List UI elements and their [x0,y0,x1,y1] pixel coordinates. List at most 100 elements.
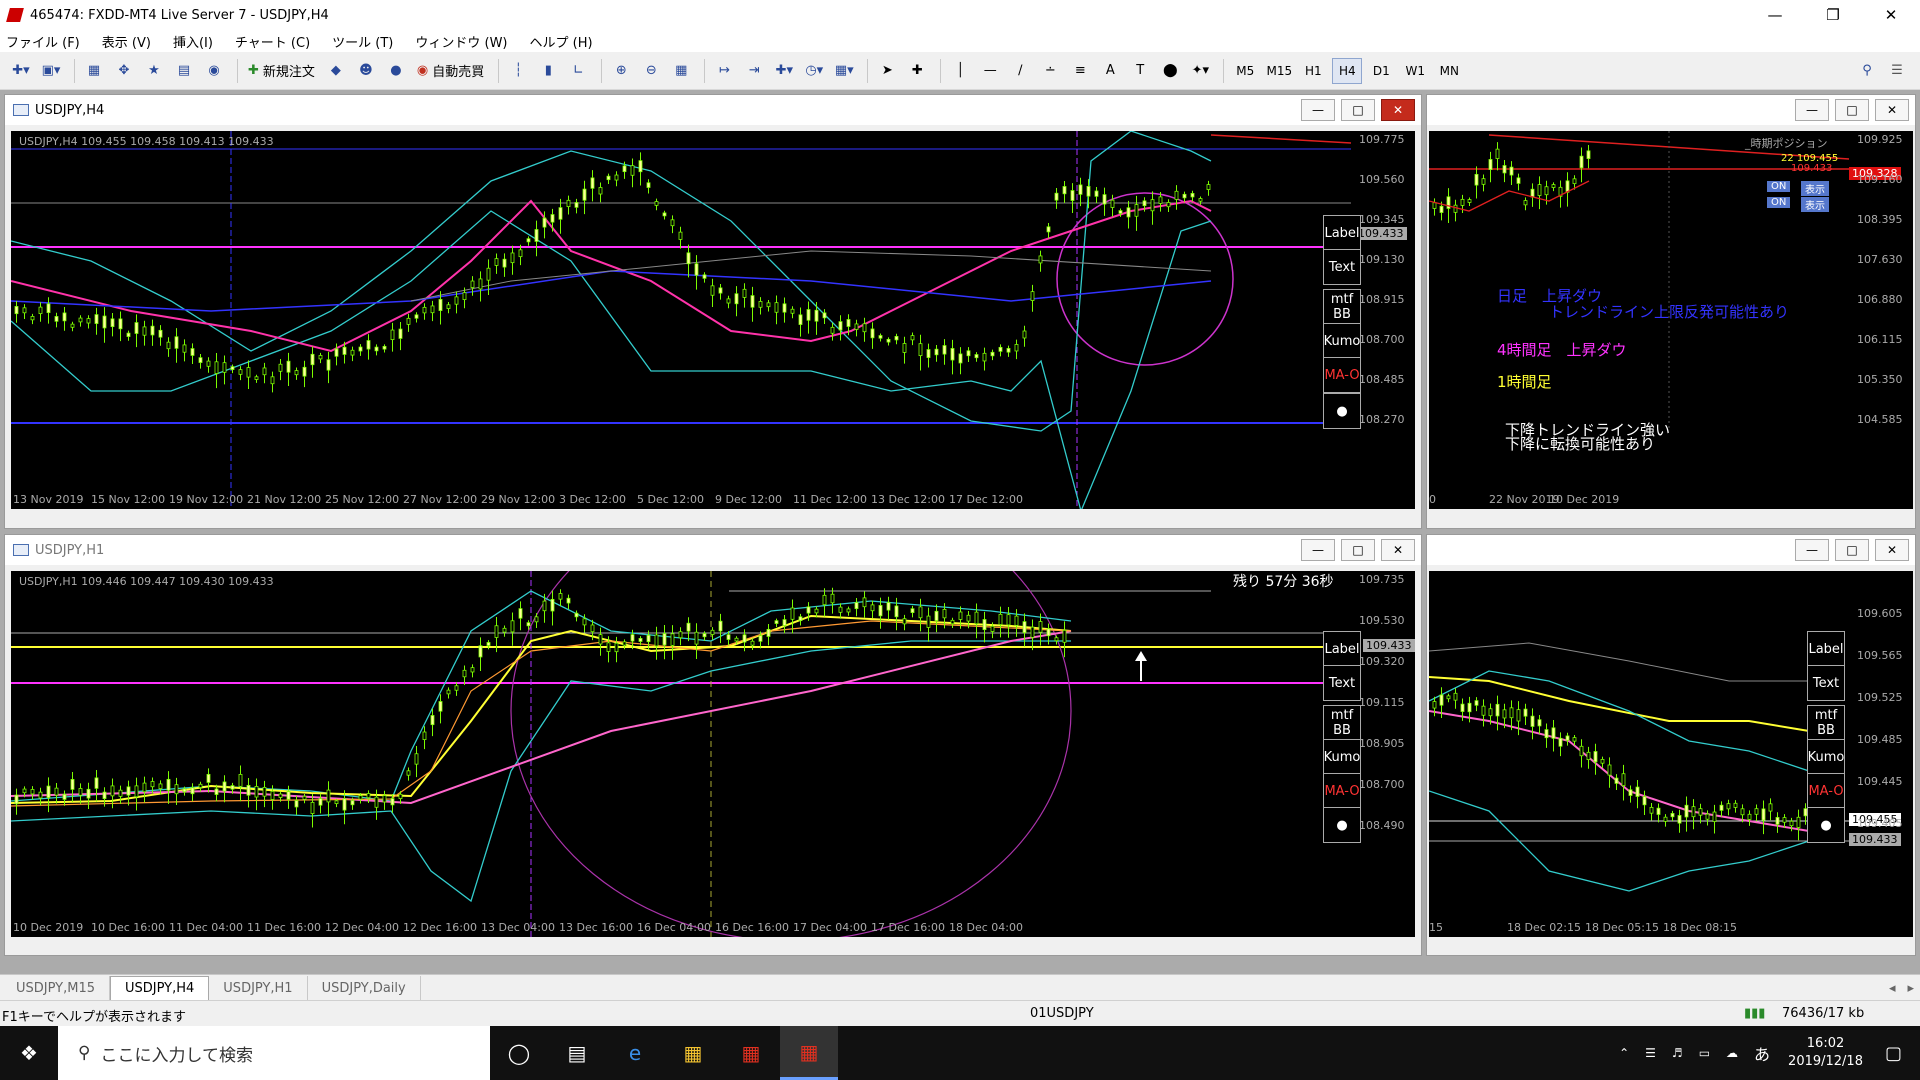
cortana-icon[interactable]: ◯ [490,1026,548,1080]
chart-canvas-m15[interactable]: 109.455 109.433 109.605 109.565 109.525 109… [1429,571,1913,937]
tf-d1[interactable]: D1 [1366,58,1396,84]
tf-m15[interactable]: M15 [1264,58,1294,84]
chart-canvas-h4[interactable]: USDJPY,H4 109.455 109.458 109.413 109.43… [11,131,1415,509]
text-label-icon[interactable]: T [1127,58,1153,84]
panel-button-2[interactable]: mtf BB [1323,289,1361,325]
indicators-icon[interactable]: ✚▾ [771,58,797,84]
cloud-icon[interactable]: ☁ [1726,1046,1738,1060]
horizontal-line-icon[interactable]: — [977,58,1003,84]
chart-canvas-h1[interactable]: USDJPY,H1 109.446 109.447 109.430 109.43… [11,571,1415,937]
panel-button-0[interactable]: Label [1323,215,1361,251]
panel-button-4[interactable]: MA-O [1323,357,1361,393]
maximize-button[interactable]: □ [1341,539,1375,561]
chevron-up-icon[interactable]: ⌃ [1619,1046,1629,1060]
navigator-icon[interactable]: ★ [141,58,167,84]
panel-button-0[interactable]: Label [1807,631,1845,667]
scroll-left-icon[interactable]: ◂ [1883,976,1902,1000]
menu-chart[interactable]: チャート (C) [235,32,310,51]
panel-button-0[interactable]: Label [1323,631,1361,667]
line-chart-icon[interactable]: ∟ [565,58,591,84]
chart-canvas-daily[interactable]: _時期ポジション 22 109.455 109.433 109.328 ON 表… [1429,131,1913,509]
tf-w1[interactable]: W1 [1400,58,1430,84]
chat-icon[interactable]: ☰ [1884,58,1910,84]
candle-chart-icon[interactable]: ▮ [535,58,561,84]
fxdd-app-icon[interactable]: ▦ [722,1026,780,1080]
close-button[interactable]: ✕ [1381,99,1415,121]
globe-icon[interactable]: ● [383,58,409,84]
tf-h4[interactable]: H4 [1332,57,1363,84]
close-button[interactable]: ✕ [1381,539,1415,561]
minimize-button[interactable]: — [1301,99,1335,121]
tf-h1[interactable]: H1 [1298,58,1328,84]
minimize-button[interactable]: — [1795,539,1829,561]
cursor-icon[interactable]: ➤ [874,58,900,84]
menu-window[interactable]: ウィンドウ (W) [415,32,507,51]
text-icon[interactable]: A [1097,58,1123,84]
shapes-icon[interactable]: ⬤ [1157,58,1183,84]
zoom-out-icon[interactable]: ⊖ [638,58,664,84]
fxdd-app-icon[interactable]: ▦ [780,1026,838,1080]
panel-button-4[interactable]: MA-O [1323,773,1361,809]
chart-window-h4[interactable]: USDJPY,H4 — □ ✕ USDJPY,H4 109.455 109.45… [4,94,1422,529]
chart-window-daily[interactable]: — □ ✕ _時期ポジション 22 109.455 109.433 109.32… [1426,94,1916,529]
network-icon[interactable]: ☰ [1645,1046,1656,1060]
chart-shift-icon[interactable]: ⇥ [741,58,767,84]
minimize-button[interactable]: — [1795,99,1829,121]
minimize-button[interactable]: — [1746,0,1804,30]
channel-icon[interactable]: ∸ [1037,58,1063,84]
panel-button-3[interactable]: Kumo [1323,739,1361,775]
new-chart-icon[interactable]: ✚▾ [8,58,34,84]
maximize-button[interactable]: □ [1341,99,1375,121]
close-button[interactable]: ✕ [1862,0,1920,30]
menu-view[interactable]: 表示 (V) [102,32,151,51]
ime-indicator[interactable]: あ [1754,1041,1770,1065]
menu-file[interactable]: ファイル (F) [6,32,80,51]
scroll-right-icon[interactable]: ▸ [1901,976,1920,1000]
clock[interactable]: 16:02 2019/12/18 [1788,1035,1863,1071]
panel-button-2[interactable]: mtf BB [1807,705,1845,741]
panel-button-3[interactable]: Kumo [1807,739,1845,775]
tf-m5[interactable]: M5 [1230,58,1260,84]
panel-button-2[interactable]: mtf BB [1323,705,1361,741]
explorer-icon[interactable]: ▦ [664,1026,722,1080]
task-view-icon[interactable]: ▤ [548,1026,606,1080]
show-button[interactable]: 表示 [1801,181,1829,196]
tf-mn[interactable]: MN [1434,58,1464,84]
templates-icon[interactable]: ▦▾ [831,58,857,84]
close-button[interactable]: ✕ [1875,99,1909,121]
panel-button-3[interactable]: Kumo [1323,323,1361,359]
arrows-icon[interactable]: ✦▾ [1187,58,1213,84]
menu-insert[interactable]: 挿入(I) [173,32,213,51]
taskbar-search[interactable]: ⚲ ここに入力して検索 [58,1026,490,1080]
auto-scroll-icon[interactable]: ↦ [711,58,737,84]
show-button[interactable]: 表示 [1801,197,1829,212]
panel-button-5[interactable]: ● [1323,393,1361,429]
edge-icon[interactable]: e [606,1026,664,1080]
metaeditor-icon[interactable]: ◆ [323,58,349,84]
close-button[interactable]: ✕ [1875,539,1909,561]
on-button[interactable]: ON [1767,181,1791,192]
panel-button-1[interactable]: Text [1323,665,1361,701]
chart-window-m15[interactable]: — □ ✕ 109.455 109.433 109.605 109.565 109.… [1426,534,1916,956]
chart-window-h1[interactable]: USDJPY,H1 — □ ✕ USDJPY,H1 109.446 109.44… [4,534,1422,956]
volume-icon[interactable]: ♬ [1672,1046,1683,1060]
minimize-button[interactable]: — [1301,539,1335,561]
panel-button-4[interactable]: MA-O [1807,773,1845,809]
panel-button-1[interactable]: Text [1807,665,1845,701]
tab-usdjpy-m15[interactable]: USDJPY,M15 [2,976,110,1000]
maximize-button[interactable]: □ [1835,539,1869,561]
crosshair-icon[interactable]: ✚ [904,58,930,84]
vertical-line-icon[interactable]: │ [947,58,973,84]
profiles-icon[interactable]: ▣▾ [38,58,64,84]
periods-icon[interactable]: ◷▾ [801,58,827,84]
bar-chart-icon[interactable]: ┆ [505,58,531,84]
panel-button-5[interactable]: ● [1323,807,1361,843]
restore-button[interactable]: ❐ [1804,0,1862,30]
fibo-icon[interactable]: ≡ [1067,58,1093,84]
menu-tools[interactable]: ツール (T) [332,32,393,51]
terminal-icon[interactable]: ▤ [171,58,197,84]
people-icon[interactable]: ☻ [353,58,379,84]
on-button[interactable]: ON [1767,197,1791,208]
tab-usdjpy-daily[interactable]: USDJPY,Daily [308,976,421,1000]
panel-button-1[interactable]: Text [1323,249,1361,285]
